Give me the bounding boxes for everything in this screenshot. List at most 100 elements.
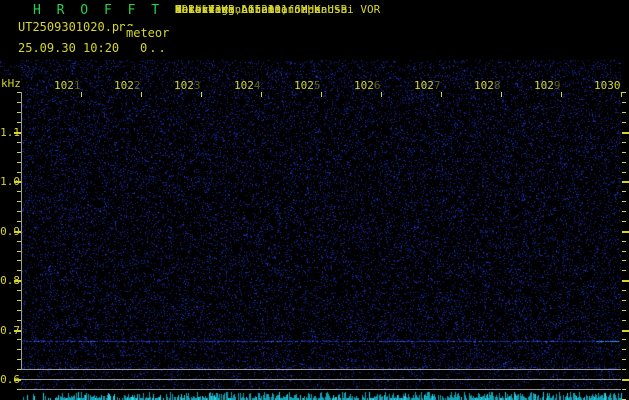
y-axis-tick-right — [622, 260, 626, 261]
level-band-line-upper — [21, 379, 621, 380]
y-axis-tick-right — [622, 201, 626, 202]
y-axis-tick-right — [622, 112, 626, 113]
y-axis-tick-left — [17, 300, 21, 301]
x-axis-tick-label: 1021 — [54, 79, 81, 92]
x-axis-tick-label: 1025 — [294, 79, 321, 92]
x-axis-tick-label: 1030 — [594, 79, 621, 92]
y-axis-tick-left — [17, 290, 21, 291]
y-axis-tick-left — [17, 112, 21, 113]
x-axis-tick — [201, 92, 202, 97]
y-axis-tick-left — [17, 221, 21, 222]
y-axis-tick-right — [622, 300, 626, 301]
info-value: 4ele Yagi Az 230 for Kansai VOR — [175, 4, 380, 16]
y-axis-tick-right — [622, 290, 626, 291]
y-axis-tick-right — [622, 330, 629, 332]
y-axis-unit-label: kHz — [1, 77, 21, 90]
x-axis-tick-label: 1026 — [354, 79, 381, 92]
y-axis-tick-left — [17, 122, 21, 123]
y-axis-tick-right — [622, 280, 629, 282]
y-axis-tick-right — [622, 339, 626, 340]
echo-counter: 0.. — [140, 41, 168, 55]
x-axis-tick — [321, 92, 322, 97]
y-axis-tick-left — [17, 92, 21, 93]
x-axis-tick — [141, 92, 142, 97]
x-label-dim-digit: 8 — [494, 79, 501, 92]
x-axis-tick-label: 1024 — [234, 79, 261, 92]
y-axis-tick-left — [17, 270, 21, 271]
x-label-dim-digit: 6 — [374, 79, 381, 92]
y-axis-tick-left — [17, 359, 21, 360]
y-axis-tick-label: 0.7 — [0, 324, 20, 337]
y-axis-tick-right — [622, 172, 626, 173]
y-axis-tick-right — [622, 241, 626, 242]
y-axis-tick-left — [17, 260, 21, 261]
y-axis-tick-right — [622, 231, 629, 233]
x-label-dim-digit: 4 — [254, 79, 261, 92]
y-axis-tick-left — [17, 369, 21, 370]
y-axis-tick-right — [622, 92, 626, 93]
x-axis-tick — [81, 92, 82, 97]
y-axis-tick-right — [622, 359, 626, 360]
x-axis-tick-label: 1029 — [534, 79, 561, 92]
y-axis-tick-left — [17, 172, 21, 173]
y-axis-tick-right — [622, 270, 626, 271]
y-axis-tick-left — [17, 310, 21, 311]
observation-tag: meteor — [124, 26, 171, 40]
x-axis-tick — [261, 92, 262, 97]
y-axis-tick-left — [17, 339, 21, 340]
y-axis-tick-right — [622, 310, 626, 311]
y-axis-tick-left — [17, 320, 21, 321]
y-axis-tick-right — [622, 349, 626, 350]
y-axis-line — [21, 92, 22, 369]
y-axis-tick-right — [622, 191, 626, 192]
x-label-dim-digit: 2 — [134, 79, 141, 92]
y-axis-tick-right — [622, 369, 626, 370]
x-axis-tick-label: 1027 — [414, 79, 441, 92]
x-axis-tick — [381, 92, 382, 97]
y-axis-tick-right — [622, 181, 629, 183]
y-axis-tick-left — [17, 191, 21, 192]
y-axis-tick-left — [17, 241, 21, 242]
y-axis-tick-label: 1.1 — [0, 126, 20, 139]
x-label-dim-digit: 9 — [554, 79, 561, 92]
y-axis-tick-left — [17, 349, 21, 350]
y-axis-tick-label: 0.9 — [0, 225, 20, 238]
date-time: 25.09.30 10:20 — [18, 41, 119, 55]
y-axis-tick-left — [17, 152, 21, 153]
y-axis-tick-label: 0.8 — [0, 274, 20, 287]
x-axis-tick — [561, 92, 562, 97]
y-axis-tick-right — [622, 221, 626, 222]
y-axis-tick-right — [622, 102, 626, 103]
y-axis-tick-right — [622, 320, 626, 321]
y-axis-tick-right — [622, 132, 629, 134]
y-axis-tick-right — [622, 152, 626, 153]
y-axis-tick-right — [622, 211, 626, 212]
x-axis-tick-label: 1023 — [174, 79, 201, 92]
y-axis-tick-left — [17, 251, 21, 252]
x-axis-tick-label: 1022 — [114, 79, 141, 92]
x-axis-tick — [501, 92, 502, 97]
hrofft-window: H R O F F T UT2509301020.png meteor 25.0… — [0, 0, 629, 400]
y-axis-tick-right — [622, 379, 629, 381]
x-axis-tick-label: 1028 — [474, 79, 501, 92]
y-axis-tick-right — [622, 251, 626, 252]
x-label-dim-digit: 5 — [314, 79, 321, 92]
y-axis-tick-left — [17, 211, 21, 212]
y-axis-tick-left — [17, 389, 21, 390]
y-axis-tick-left — [17, 162, 21, 163]
output-filename: UT2509301020.png — [18, 20, 134, 34]
x-label-dim-digit: 7 — [434, 79, 441, 92]
y-axis-tick-right — [622, 142, 626, 143]
plot-bottom-line — [21, 369, 621, 370]
y-axis-tick-right — [622, 162, 626, 163]
x-axis-tick — [441, 92, 442, 97]
x-label-dim-digit: 3 — [194, 79, 201, 92]
y-axis-tick-left — [17, 142, 21, 143]
y-axis-tick-left — [17, 201, 21, 202]
spectrogram-noise-canvas — [0, 0, 629, 400]
app-title: H R O F F T — [33, 3, 163, 18]
y-axis-tick-label: 1.0 — [0, 175, 20, 188]
y-axis-tick-left — [17, 102, 21, 103]
x-label-dim-digit: 1 — [74, 79, 81, 92]
y-axis-tick-right — [622, 122, 626, 123]
